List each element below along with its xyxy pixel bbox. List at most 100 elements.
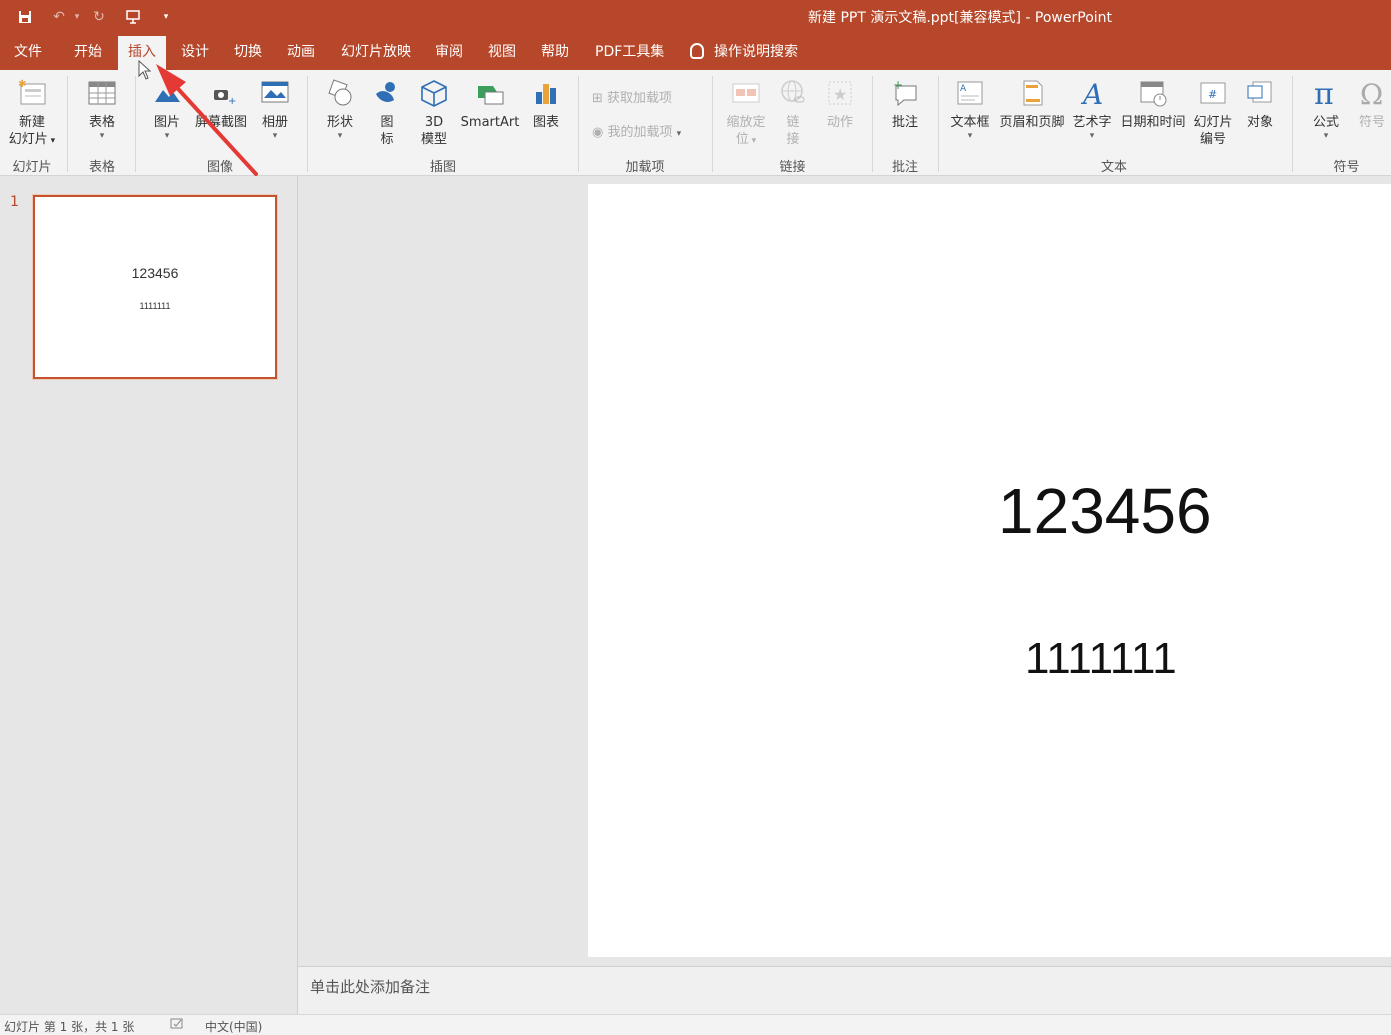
notes-placeholder: 单击此处添加备注	[310, 978, 431, 996]
slide-count-status: 幻灯片 第 1 张，共 1 张	[4, 1020, 135, 1034]
link-button[interactable]: 链 接	[774, 78, 812, 148]
group-label-addins: 加载项	[625, 160, 665, 175]
smartart-button[interactable]: SmartArt	[459, 78, 521, 131]
zoom-button[interactable]: 缩放定 位 ▾	[720, 78, 772, 150]
svg-text:A: A	[1080, 78, 1103, 108]
tell-me-search[interactable]: 操作说明搜索	[690, 34, 798, 70]
lightbulb-icon	[690, 43, 704, 59]
slide-subtitle-text[interactable]: 1111111	[1025, 634, 1177, 684]
tab-file[interactable]: 文件	[4, 34, 52, 70]
tab-pdf-tools[interactable]: PDF工具集	[585, 34, 674, 70]
photo-album-button[interactable]: 相册 ▾	[254, 78, 296, 141]
svg-text:+: +	[893, 78, 903, 92]
table-button[interactable]: 表格 ▾	[76, 78, 128, 141]
slide-editor: 123456 1111111	[298, 176, 1391, 966]
chart-button[interactable]: 图表	[524, 78, 568, 131]
new-slide-button[interactable]: ✱ 新建 幻灯片 ▾	[4, 78, 60, 150]
shapes-icon	[328, 79, 352, 106]
symbol-button[interactable]: Ω 符号	[1352, 78, 1391, 131]
ribbon-tabs: 文件 开始 插入 设计 切换 动画 幻灯片放映 审阅 视图 帮助 PDF工具集 …	[0, 34, 1391, 70]
save-icon[interactable]	[14, 6, 36, 28]
group-label-links: 链接	[779, 160, 806, 175]
group-label-images: 图像	[206, 160, 233, 175]
object-button[interactable]: 对象	[1239, 78, 1281, 131]
svg-text:Ω: Ω	[1360, 78, 1383, 108]
spelling-check-icon[interactable]	[170, 1018, 184, 1033]
mouse-cursor-icon	[138, 60, 152, 80]
screenshot-icon: +	[214, 90, 236, 107]
calendar-icon	[1140, 81, 1167, 107]
group-label-tables: 表格	[88, 160, 115, 175]
object-icon	[1247, 81, 1272, 103]
undo-dropdown-icon[interactable]: ▾	[66, 6, 88, 28]
redo-icon[interactable]: ↻	[88, 6, 110, 28]
slide-thumbnail-pane: 1 123456 1111111	[0, 176, 298, 1014]
addins-icon: ◉	[592, 125, 604, 140]
tab-review[interactable]: 审阅	[425, 34, 473, 70]
picture-icon	[155, 83, 180, 102]
svg-text:#: #	[1208, 88, 1217, 101]
icons-button[interactable]: 图 标	[366, 78, 408, 148]
globe-link-icon	[781, 80, 805, 103]
tab-help[interactable]: 帮助	[531, 34, 579, 70]
group-label-illustrations: 插图	[429, 160, 456, 175]
title-bar: ↶ ▾ ↻ ▾ 新建 PPT 演示文稿.ppt[兼容模式] - PowerPoi…	[0, 0, 1391, 34]
picture-button[interactable]: 图片 ▾	[145, 78, 189, 141]
wordart-icon: A	[1080, 78, 1103, 108]
language-status[interactable]: 中文(中国)	[205, 1018, 262, 1035]
notes-pane[interactable]: 单击此处添加备注	[298, 966, 1391, 1014]
my-addins-button[interactable]: ◉ 我的加载项 ▾	[592, 121, 681, 140]
thumbnail-line1: 123456	[131, 265, 179, 281]
photo-album-icon	[261, 81, 289, 103]
cube-icon	[421, 80, 447, 107]
table-icon	[88, 81, 116, 105]
slide-number-button[interactable]: # 幻灯片 编号	[1190, 78, 1236, 148]
tab-home[interactable]: 开始	[64, 34, 112, 70]
slide-canvas[interactable]: 123456 1111111	[588, 184, 1391, 957]
group-label-symbols: 符号	[1333, 160, 1360, 175]
date-time-button[interactable]: 日期和时间	[1117, 78, 1189, 131]
thumbnail-number: 1	[10, 194, 19, 210]
wordart-button[interactable]: A 艺术字 ▾	[1069, 78, 1115, 141]
status-bar: 幻灯片 第 1 张，共 1 张 中文(中国)	[0, 1014, 1391, 1035]
store-icon: ⊞	[592, 91, 603, 106]
omega-icon: Ω	[1360, 78, 1383, 108]
new-comment-button[interactable]: + 批注	[880, 78, 930, 131]
new-slide-icon: ✱	[18, 79, 46, 105]
slide-thumbnail[interactable]: 123456 1111111	[33, 195, 277, 379]
tell-me-label: 操作说明搜索	[714, 44, 798, 60]
textbox-button[interactable]: A 文本框 ▾	[946, 78, 994, 141]
svg-text:✱: ✱	[18, 79, 26, 90]
window-title: 新建 PPT 演示文稿.ppt[兼容模式] - PowerPoint	[808, 10, 1113, 26]
slide-number-icon: #	[1200, 82, 1226, 104]
tab-slideshow[interactable]: 幻灯片放映	[331, 34, 421, 70]
presentation-start-icon[interactable]	[122, 6, 144, 28]
header-footer-icon	[1023, 80, 1043, 106]
tab-animations[interactable]: 动画	[277, 34, 325, 70]
ribbon-insert: ✱ 新建 幻灯片 ▾ 幻灯片 表格 ▾ 表格 图片 ▾ + 屏幕截图 相册 ▾ 图像 …	[0, 70, 1391, 176]
svg-text:A: A	[960, 84, 967, 94]
group-label-text: 文本	[1100, 160, 1127, 175]
action-star-icon: ★	[828, 81, 852, 105]
pi-icon: π	[1314, 78, 1334, 108]
group-label-comments: 批注	[891, 160, 918, 175]
tab-transitions[interactable]: 切换	[224, 34, 272, 70]
header-footer-button[interactable]: 页眉和页脚	[996, 78, 1068, 131]
svg-text:+: +	[228, 96, 236, 107]
customize-toolbar-icon[interactable]: ▾	[155, 6, 177, 28]
screenshot-button[interactable]: + 屏幕截图	[192, 78, 250, 131]
tab-design[interactable]: 设计	[171, 34, 219, 70]
chart-icon	[536, 84, 556, 104]
tab-view[interactable]: 视图	[478, 34, 526, 70]
get-addins-button[interactable]: ⊞ 获取加载项	[592, 87, 672, 106]
3d-models-button[interactable]: 3D 模型	[412, 78, 456, 148]
equation-button[interactable]: π 公式 ▾	[1302, 78, 1350, 141]
group-label-slides: 幻灯片	[12, 160, 52, 175]
action-button[interactable]: ★ 动作	[818, 78, 862, 131]
icons-icon	[376, 82, 395, 102]
comment-icon: +	[893, 78, 917, 107]
svg-text:π: π	[1314, 78, 1334, 108]
slide-title-text[interactable]: 123456	[998, 474, 1212, 548]
textbox-icon: A	[957, 81, 983, 105]
shapes-button[interactable]: 形状 ▾	[318, 78, 362, 141]
